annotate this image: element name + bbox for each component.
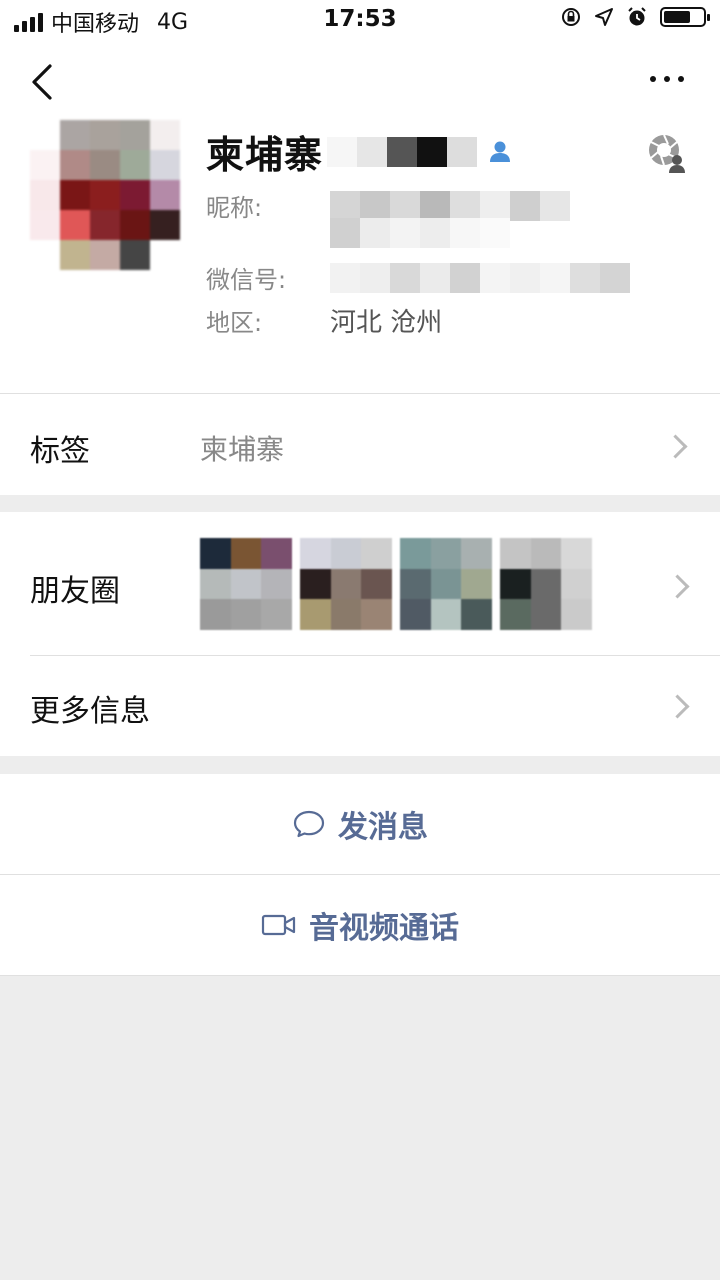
moments-camera-icon[interactable] [646,132,688,174]
tags-row[interactable]: 标签 柬埔寨 [0,394,720,495]
moments-thumbnail [500,538,592,630]
nickname-redacted-2 [330,218,510,248]
action-divider [0,874,720,875]
chevron-right-icon [665,574,690,599]
video-call-button[interactable]: 音视频通话 [0,875,720,975]
wechat-id-label: 微信号: [206,266,287,294]
moments-thumbnails [200,538,592,630]
region-line: 地区: 河北 沧州 [206,302,442,339]
status-bar: 中国移动 4G 17:53 [0,0,720,40]
chat-bubble-icon [293,810,325,838]
wechat-id-redacted [330,262,630,293]
alarm-icon [628,7,646,26]
contact-person-icon [490,141,511,162]
moments-divider [30,655,720,656]
region-value: 河北 沧州 [330,308,443,338]
tags-label: 标签 [30,434,90,469]
more-info-label: 更多信息 [30,694,150,729]
moments-thumbnail [400,538,492,630]
video-call-label: 音视频通话 [309,911,459,946]
moments-thumbnail [200,538,292,630]
nickname-redacted [330,190,570,221]
region-label: 地区: [206,309,263,337]
avatar[interactable] [30,120,180,270]
orientation-lock-icon [562,8,580,26]
profile-card: 柬埔寨 昵称: 微信号: 地区: 河北 沧州 标签 柬埔寨 [0,40,720,495]
location-arrow-icon [595,8,613,26]
chevron-right-icon [663,434,688,459]
send-message-button[interactable]: 发消息 [0,774,720,874]
more-dots-icon[interactable] [650,76,684,82]
send-message-label: 发消息 [338,810,428,845]
status-bar-right [560,6,710,28]
moments-thumbnail [300,538,392,630]
wechat-id-line: 微信号: [206,260,630,295]
contact-name: 柬埔寨 [206,133,324,177]
chevron-right-icon [665,694,690,719]
battery-icon [660,7,710,27]
more-info-row[interactable]: 更多信息 [0,656,720,756]
chevron-left-icon[interactable] [28,62,58,102]
tags-value: 柬埔寨 [200,433,285,466]
moments-label: 朋友圈 [30,574,120,609]
bottom-divider [0,975,720,976]
moments-row[interactable]: 朋友圈 [0,512,720,656]
name-row: 柬埔寨 [206,124,513,179]
nickname-label: 昵称: [206,194,263,222]
name-redacted [327,136,478,167]
video-camera-icon [261,914,296,936]
